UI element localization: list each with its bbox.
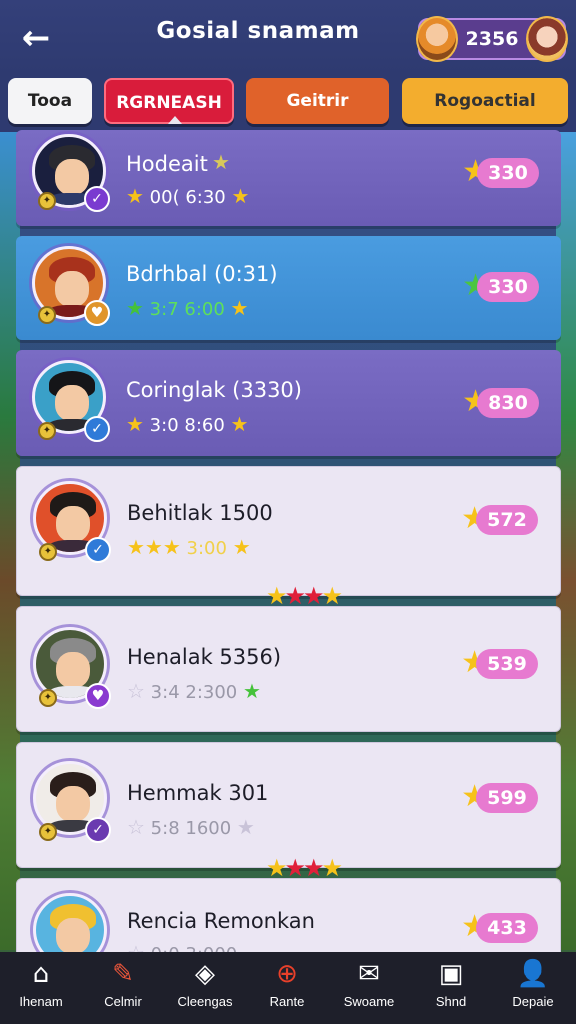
nav-label: Ihenam — [19, 994, 63, 1009]
nav-label: Cleengas — [177, 994, 233, 1009]
user-icon: 👤 — [516, 959, 550, 989]
star-icon: ★ — [126, 412, 144, 436]
list-item[interactable]: Rencia Remonkan ☆ 0:0 3:000 ★ 433 — [16, 878, 561, 952]
friend-avatar-icon[interactable] — [526, 16, 568, 62]
score-box[interactable]: 2356 — [416, 16, 568, 62]
stats-text: 3:0 8:60 — [149, 415, 225, 436]
star-icon: ★ — [231, 184, 250, 208]
rank-badge-icon: ✓ — [84, 186, 110, 212]
player-stats: ☆ 5:8 1600 ★ — [127, 815, 255, 839]
player-name: Behitlak 1500 — [127, 501, 273, 525]
star-icon: ★ — [232, 535, 251, 559]
player-stats: ★★★ 3:00 ★ — [127, 535, 251, 559]
player-stats: ★ 00( 6:30 ★ — [126, 184, 249, 208]
player-stats: ★ 3:7 6:00 ★ — [126, 296, 248, 320]
level-badge-icon: ✦ — [38, 192, 56, 210]
star-icon: ★ — [242, 679, 261, 703]
stats-text: 0:0 3:000 — [151, 944, 238, 952]
list-item[interactable]: ♥ ✦ Bdrhbal (0:31) ★ 3:7 6:00 ★ ★ 330 — [16, 236, 561, 340]
search-icon: ⊕ — [276, 959, 298, 989]
player-name: Bdrhbal (0:31) — [126, 262, 278, 286]
stats-text: 3:7 6:00 — [149, 299, 225, 320]
points-badge: 572 — [476, 505, 538, 535]
player-stats: ☆ 3:4 2:300 ★ — [127, 679, 261, 703]
star-icon: ★ — [236, 815, 255, 839]
controller-icon: ▣ — [438, 959, 464, 989]
rank-badge-icon: ✓ — [85, 817, 111, 843]
list-item[interactable]: ✓ ✦ Coringlak (3330) ★ 3:0 8:60 ★ ★ 830 — [16, 350, 561, 456]
points-badge: 830 — [477, 388, 539, 418]
points-badge: 539 — [476, 649, 538, 679]
list-item[interactable]: ✓ ✦ Hemmak 301 ☆ 5:8 1600 ★ ★ 599 — [16, 742, 561, 868]
stats-text: 3:4 2:300 — [150, 682, 238, 703]
nav-label: Depaie — [512, 994, 554, 1009]
nav-item-5[interactable]: ✉ Swoame — [328, 952, 410, 1024]
score-value: 2356 — [465, 28, 519, 50]
tab-3[interactable]: Geitrir — [246, 78, 389, 124]
nav-label: Rante — [269, 994, 305, 1009]
page-title: Gosial snamam — [156, 18, 360, 44]
feather-icon: ✎ — [112, 959, 134, 989]
home-icon: ⌂ — [32, 959, 50, 989]
points-badge: 599 — [476, 783, 538, 813]
nav-item-home[interactable]: ⌂ Ihenam — [0, 952, 82, 1024]
player-stats: ☆ 0:0 3:000 — [127, 941, 237, 952]
level-badge-icon: ✦ — [38, 306, 56, 324]
player-name: Hodeait — [126, 152, 208, 176]
star-icon: ☆ — [127, 941, 145, 952]
star-icon: ★ — [126, 184, 144, 208]
list-item[interactable]: ✓ ✦ Behitlak 1500 ★★★ 3:00 ★ ★ 572 — [16, 466, 561, 596]
rank-badge-icon: ♥ — [85, 683, 111, 709]
level-badge-icon: ✦ — [39, 823, 57, 841]
player-avatar-icon[interactable] — [416, 16, 458, 62]
star-icon: ★ — [230, 412, 249, 436]
star-icon: ★ — [212, 150, 230, 174]
points-badge: 433 — [476, 913, 538, 943]
list-item[interactable]: ✓ ✦ Hodeait ★ ★ 00( 6:30 ★ ★ 330 — [16, 130, 561, 226]
envelope-icon: ✉ — [358, 959, 380, 989]
bottom-nav: ⌂ Ihenam ✎ Celmir ◈ Cleengas ⊕ Rante ✉ S… — [0, 952, 576, 1024]
list-item[interactable]: ♥ ✦ Henalak 5356) ☆ 3:4 2:300 ★ ★ 539 — [16, 606, 561, 732]
points-badge: 330 — [477, 272, 539, 302]
star-icon: ★ — [230, 296, 249, 320]
player-name: Rencia Remonkan — [127, 909, 315, 933]
player-stats: ★ 3:0 8:60 ★ — [126, 412, 248, 436]
star-icon: ☆ — [127, 815, 145, 839]
player-name: Henalak 5356) — [127, 645, 282, 669]
active-tab-caret-icon — [168, 116, 182, 124]
nav-item-7[interactable]: 👤 Depaie — [492, 952, 574, 1024]
nav-item-4[interactable]: ⊕ Rante — [246, 952, 328, 1024]
nav-item-6[interactable]: ▣ Shnd — [410, 952, 492, 1024]
nav-item-3[interactable]: ◈ Cleengas — [164, 952, 246, 1024]
star-icon: ★ — [126, 296, 144, 320]
nav-item-2[interactable]: ✎ Celmir — [82, 952, 164, 1024]
star-icon: ☆ — [127, 679, 145, 703]
points-badge: 330 — [477, 158, 539, 188]
level-badge-icon: ✦ — [39, 689, 57, 707]
level-badge-icon: ✦ — [38, 422, 56, 440]
diamond-icon: ◈ — [195, 959, 215, 989]
rank-badge-icon: ✓ — [84, 416, 110, 442]
back-arrow-icon[interactable]: ← — [14, 18, 58, 58]
nav-label: Swoame — [343, 994, 395, 1009]
stats-text: 5:8 1600 — [150, 818, 232, 839]
header-bar: ← Gosial snamam 2356 — [0, 0, 576, 76]
avatar — [33, 893, 107, 952]
level-badge-icon: ✦ — [39, 543, 57, 561]
player-name: Coringlak (3330) — [126, 378, 302, 402]
tab-bar: Tooa RGRNEASH Geitrir Rogoactial — [0, 76, 576, 132]
nav-label: Shnd — [435, 994, 467, 1009]
tab-4[interactable]: Rogoactial — [402, 78, 568, 124]
tab-1[interactable]: Tooa — [8, 78, 92, 124]
rank-badge-icon: ♥ — [84, 300, 110, 326]
nav-label: Celmir — [104, 994, 142, 1009]
rank-badge-icon: ✓ — [85, 537, 111, 563]
player-name: Hemmak 301 — [127, 781, 269, 805]
leaderboard-list[interactable]: ✓ ✦ Hodeait ★ ★ 00( 6:30 ★ ★ 330 ♥ ✦ Bdr… — [16, 130, 561, 952]
stats-text: 3:00 — [186, 538, 227, 559]
stats-text: 00( 6:30 — [149, 187, 226, 208]
star-icon: ★★★ — [127, 535, 181, 559]
